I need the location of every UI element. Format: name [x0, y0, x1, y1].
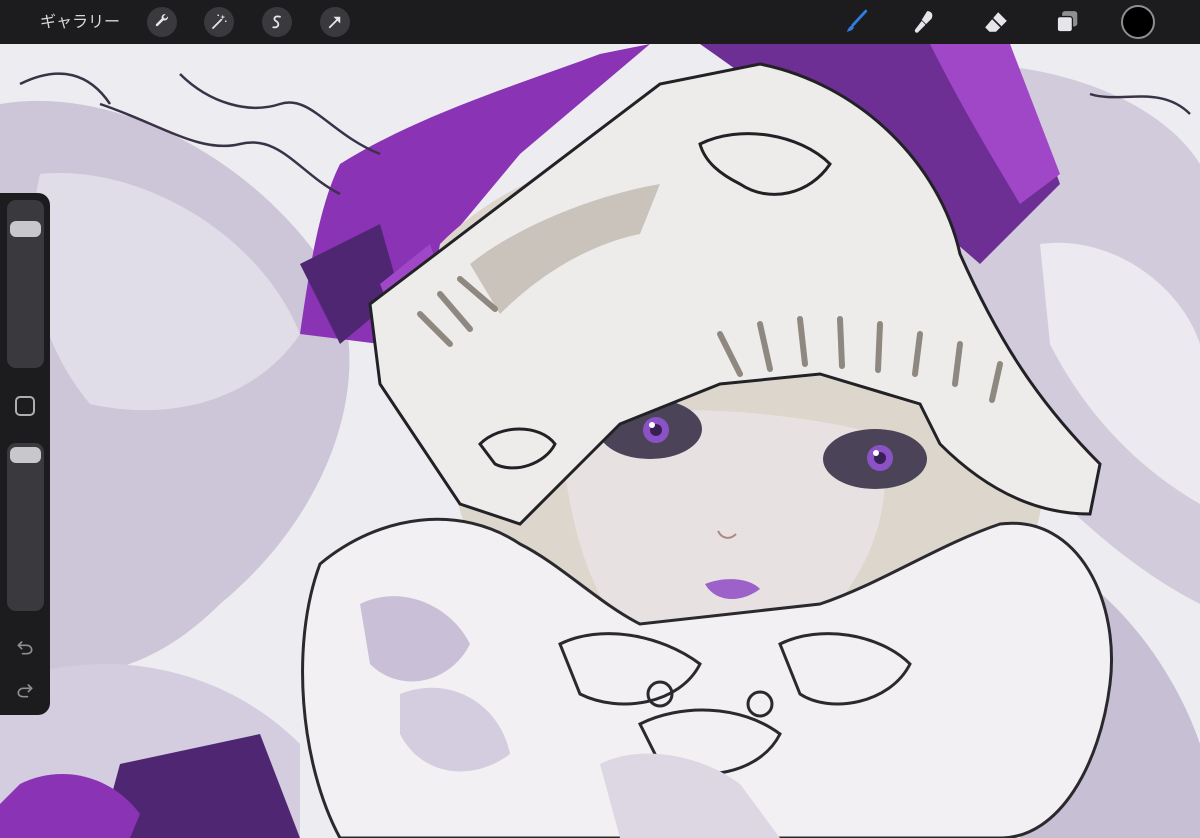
transform-arrow-icon [328, 16, 341, 29]
opacity-slider[interactable] [7, 443, 44, 611]
actions-button[interactable] [147, 7, 177, 37]
drawing-canvas[interactable] [0, 44, 1200, 838]
smudge-icon [914, 11, 933, 33]
wrench-icon [155, 14, 168, 27]
magic-wand-icon [212, 14, 227, 29]
adjustments-button[interactable] [204, 7, 234, 37]
brush-size-thumb[interactable] [10, 221, 41, 238]
eraser-icon [985, 12, 1007, 32]
transform-button[interactable] [320, 7, 350, 37]
eraser-tool-button[interactable] [980, 6, 1012, 38]
redo-button[interactable] [12, 677, 38, 703]
layers-button[interactable] [1051, 6, 1083, 38]
smudge-tool-button[interactable] [909, 6, 941, 38]
brush-icon [846, 9, 868, 32]
redo-icon [17, 684, 33, 698]
gallery-button[interactable]: ギャラリー [40, 10, 120, 34]
left-sidebar [0, 193, 50, 715]
undo-button[interactable] [12, 634, 38, 660]
color-picker-button[interactable] [1121, 5, 1155, 39]
modifier-square-icon[interactable] [15, 396, 35, 416]
selection-button[interactable] [262, 7, 292, 37]
layers-icon [1056, 11, 1078, 33]
selection-icon [272, 15, 281, 29]
undo-icon [17, 641, 33, 655]
brush-tool-button[interactable] [840, 6, 872, 38]
opacity-thumb[interactable] [10, 447, 41, 463]
brush-size-slider[interactable] [7, 200, 44, 368]
top-toolbar: ギャラリー [0, 0, 1200, 44]
